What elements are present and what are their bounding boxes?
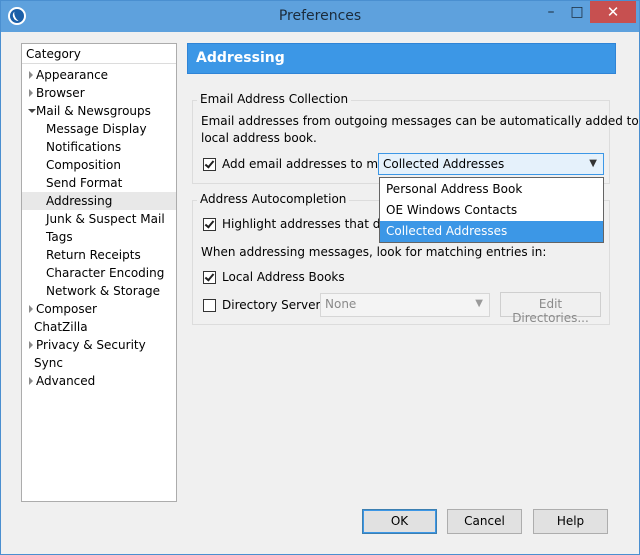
email-collection-caption: Email Address Collection bbox=[197, 92, 352, 106]
tree-item-network-storage[interactable]: Network & Storage bbox=[46, 282, 174, 300]
expand-twisty-icon[interactable] bbox=[29, 89, 33, 97]
autocompletion-caption: Address Autocompletion bbox=[197, 192, 350, 206]
close-button[interactable]: ✕ bbox=[590, 1, 636, 23]
title-bar[interactable]: Preferences – □ ✕ bbox=[1, 1, 639, 32]
tree-item-addressing[interactable]: Addressing bbox=[22, 192, 176, 210]
collection-description-line2: local address book. bbox=[201, 131, 317, 145]
expand-twisty-icon[interactable] bbox=[29, 341, 33, 349]
tree-item-appearance[interactable]: Appearance bbox=[26, 66, 174, 84]
lookup-description: When addressing messages, look for match… bbox=[201, 245, 547, 259]
expand-twisty-icon[interactable] bbox=[29, 305, 33, 313]
local-address-books-label[interactable]: Local Address Books bbox=[222, 270, 345, 284]
tree-item-send-format[interactable]: Send Format bbox=[46, 174, 174, 192]
tree-item-sync[interactable]: Sync bbox=[34, 354, 174, 372]
collection-description-line1: Email addresses from outgoing messages c… bbox=[201, 114, 640, 128]
tree-item-junk-suspect-mail[interactable]: Junk & Suspect Mail bbox=[46, 210, 174, 228]
category-header: Category bbox=[22, 44, 176, 64]
checkmark-icon bbox=[204, 218, 215, 229]
local-address-books-checkbox[interactable] bbox=[203, 271, 216, 284]
minimize-button[interactable]: – bbox=[538, 1, 564, 23]
add-addresses-checkbox[interactable] bbox=[203, 158, 216, 171]
tree-item-character-encoding[interactable]: Character Encoding bbox=[46, 264, 174, 282]
chevron-down-icon: ▼ bbox=[589, 158, 597, 169]
category-tree[interactable]: Category Appearance Browser Mail & Newsg… bbox=[21, 43, 177, 502]
collapse-twisty-icon[interactable] bbox=[28, 109, 36, 113]
checkmark-icon bbox=[204, 158, 215, 169]
edit-directories-button[interactable]: Edit Directories... bbox=[500, 292, 601, 325]
pane-title: Addressing bbox=[187, 43, 616, 74]
maximize-button[interactable]: □ bbox=[564, 1, 590, 23]
chevron-down-icon: ▼ bbox=[475, 298, 483, 309]
address-book-dropdown[interactable]: Collected Addresses ▼ bbox=[378, 153, 604, 175]
directory-server-label[interactable]: Directory Server: bbox=[222, 298, 324, 312]
popup-option-collected-addresses[interactable]: Collected Addresses bbox=[380, 221, 603, 242]
tree-item-message-display[interactable]: Message Display bbox=[46, 120, 174, 138]
tree-item-mail-newsgroups[interactable]: Mail & Newsgroups bbox=[26, 102, 174, 120]
tree-item-browser[interactable]: Browser bbox=[26, 84, 174, 102]
tree-item-advanced[interactable]: Advanced bbox=[26, 372, 174, 390]
tree-item-return-receipts[interactable]: Return Receipts bbox=[46, 246, 174, 264]
add-addresses-label[interactable]: Add email addresses to my: bbox=[222, 157, 388, 171]
directory-server-checkbox[interactable] bbox=[203, 299, 216, 312]
ok-button[interactable]: OK bbox=[362, 509, 437, 534]
tree-item-chatzilla[interactable]: ChatZilla bbox=[34, 318, 174, 336]
expand-twisty-icon[interactable] bbox=[29, 71, 33, 79]
directory-server-dropdown[interactable]: None ▼ bbox=[320, 293, 490, 317]
tree-item-composition[interactable]: Composition bbox=[46, 156, 174, 174]
tree-item-tags[interactable]: Tags bbox=[46, 228, 174, 246]
popup-option-oe-windows-contacts[interactable]: OE Windows Contacts bbox=[380, 200, 603, 221]
tree-item-composer[interactable]: Composer bbox=[26, 300, 174, 318]
expand-twisty-icon[interactable] bbox=[29, 377, 33, 385]
checkmark-icon bbox=[204, 271, 215, 282]
popup-option-personal-address-book[interactable]: Personal Address Book bbox=[380, 179, 603, 200]
preferences-window: Preferences – □ ✕ Category Appearance Br… bbox=[0, 0, 640, 555]
tree-item-privacy-security[interactable]: Privacy & Security bbox=[26, 336, 174, 354]
address-book-popup[interactable]: Personal Address Book OE Windows Contact… bbox=[379, 177, 604, 243]
tree-item-notifications[interactable]: Notifications bbox=[46, 138, 174, 156]
highlight-addresses-checkbox[interactable] bbox=[203, 218, 216, 231]
help-button[interactable]: Help bbox=[533, 509, 608, 534]
cancel-button[interactable]: Cancel bbox=[447, 509, 522, 534]
